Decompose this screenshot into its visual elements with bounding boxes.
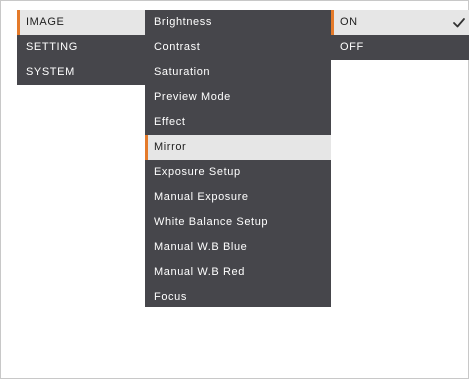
menu-item-label: SETTING — [26, 41, 78, 53]
submenu-item-preview-mode[interactable]: Preview Mode — [145, 85, 331, 110]
submenu-item-label: Focus — [154, 291, 187, 303]
submenu-item-effect[interactable]: Effect — [145, 110, 331, 135]
menu-item-label: SYSTEM — [26, 66, 75, 78]
submenu-item-manual-exposure[interactable]: Manual Exposure — [145, 185, 331, 210]
submenu-item-label: Manual W.B Red — [154, 266, 245, 278]
submenu-item-label: Effect — [154, 116, 186, 128]
submenu-item-label: Manual W.B Blue — [154, 241, 248, 253]
option-off[interactable]: OFF — [331, 35, 469, 60]
menu-item-setting[interactable]: SETTING — [17, 35, 145, 60]
submenu-item-label: Saturation — [154, 66, 211, 78]
main-menu: IMAGE SETTING SYSTEM — [17, 10, 145, 85]
submenu-item-label: White Balance Setup — [154, 216, 269, 228]
submenu-item-label: Mirror — [154, 141, 187, 153]
option-on[interactable]: ON — [331, 10, 469, 35]
menu-item-image[interactable]: IMAGE — [17, 10, 145, 35]
checkmark-icon — [453, 18, 465, 28]
option-label: ON — [340, 16, 358, 28]
submenu-item-white-balance-setup[interactable]: White Balance Setup — [145, 210, 331, 235]
mirror-options: ON OFF — [331, 10, 469, 60]
submenu-item-manual-wb-red[interactable]: Manual W.B Red — [145, 260, 331, 285]
submenu-item-brightness[interactable]: Brightness — [145, 10, 331, 35]
submenu-item-label: Manual Exposure — [154, 191, 249, 203]
submenu-item-label: Preview Mode — [154, 91, 231, 103]
submenu-item-label: Brightness — [154, 16, 212, 28]
menu-item-label: IMAGE — [26, 16, 65, 28]
submenu-item-mirror[interactable]: Mirror — [145, 135, 331, 160]
image-submenu: Brightness Contrast Saturation Preview M… — [145, 10, 331, 307]
submenu-item-saturation[interactable]: Saturation — [145, 60, 331, 85]
submenu-item-contrast[interactable]: Contrast — [145, 35, 331, 60]
submenu-item-manual-wb-blue[interactable]: Manual W.B Blue — [145, 235, 331, 260]
submenu-item-focus[interactable]: Focus — [145, 285, 331, 310]
submenu-item-label: Contrast — [154, 41, 201, 53]
submenu-item-label: Exposure Setup — [154, 166, 241, 178]
submenu-item-exposure-setup[interactable]: Exposure Setup — [145, 160, 331, 185]
option-label: OFF — [340, 41, 364, 53]
menu-item-system[interactable]: SYSTEM — [17, 60, 145, 85]
